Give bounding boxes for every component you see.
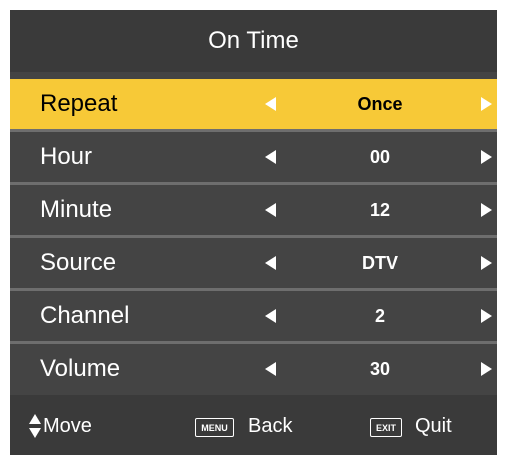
source-row[interactable]: Source DTV [10, 238, 497, 288]
back-hint: Back [248, 415, 293, 437]
left-arrow-icon[interactable] [265, 150, 276, 164]
repeat-value: Once [357, 93, 403, 114]
hour-value: 00 [369, 146, 391, 167]
right-arrow-icon[interactable] [481, 309, 492, 323]
menu-title: On Time [10, 10, 497, 72]
hint-bar: Move MENU Back EXIT Quit [10, 395, 497, 455]
quit-hint: Quit [415, 415, 452, 437]
on-time-menu: On Time Repeat Once Hour 00 Minute 12 So… [10, 10, 497, 455]
move-hint: Move [43, 415, 92, 437]
up-down-arrow-icon [29, 414, 41, 438]
right-arrow-icon[interactable] [481, 203, 492, 217]
channel-row[interactable]: Channel 2 [10, 291, 497, 341]
volume-label: Volume [40, 355, 121, 382]
left-arrow-icon[interactable] [265, 309, 276, 323]
volume-row[interactable]: Volume 30 [10, 344, 497, 394]
minute-value: 12 [369, 199, 391, 220]
channel-label: Channel [40, 302, 130, 329]
left-arrow-icon[interactable] [265, 97, 276, 111]
repeat-label: Repeat [40, 90, 118, 117]
menu-key-icon: MENU [195, 418, 234, 437]
right-arrow-icon[interactable] [481, 362, 492, 376]
left-arrow-icon[interactable] [265, 256, 276, 270]
exit-key-icon: EXIT [370, 418, 402, 437]
right-arrow-icon[interactable] [481, 256, 492, 270]
hour-row[interactable]: Hour 00 [10, 132, 497, 182]
right-arrow-icon[interactable] [481, 97, 492, 111]
source-value: DTV [362, 252, 398, 273]
minute-row[interactable]: Minute 12 [10, 185, 497, 235]
minute-label: Minute [40, 196, 113, 223]
left-arrow-icon[interactable] [265, 362, 276, 376]
source-label: Source [40, 249, 117, 276]
right-arrow-icon[interactable] [481, 150, 492, 164]
left-arrow-icon[interactable] [265, 203, 276, 217]
channel-value: 2 [374, 305, 385, 326]
volume-value: 30 [369, 358, 391, 379]
repeat-row[interactable]: Repeat Once [10, 79, 497, 129]
hour-label: Hour [40, 143, 93, 170]
